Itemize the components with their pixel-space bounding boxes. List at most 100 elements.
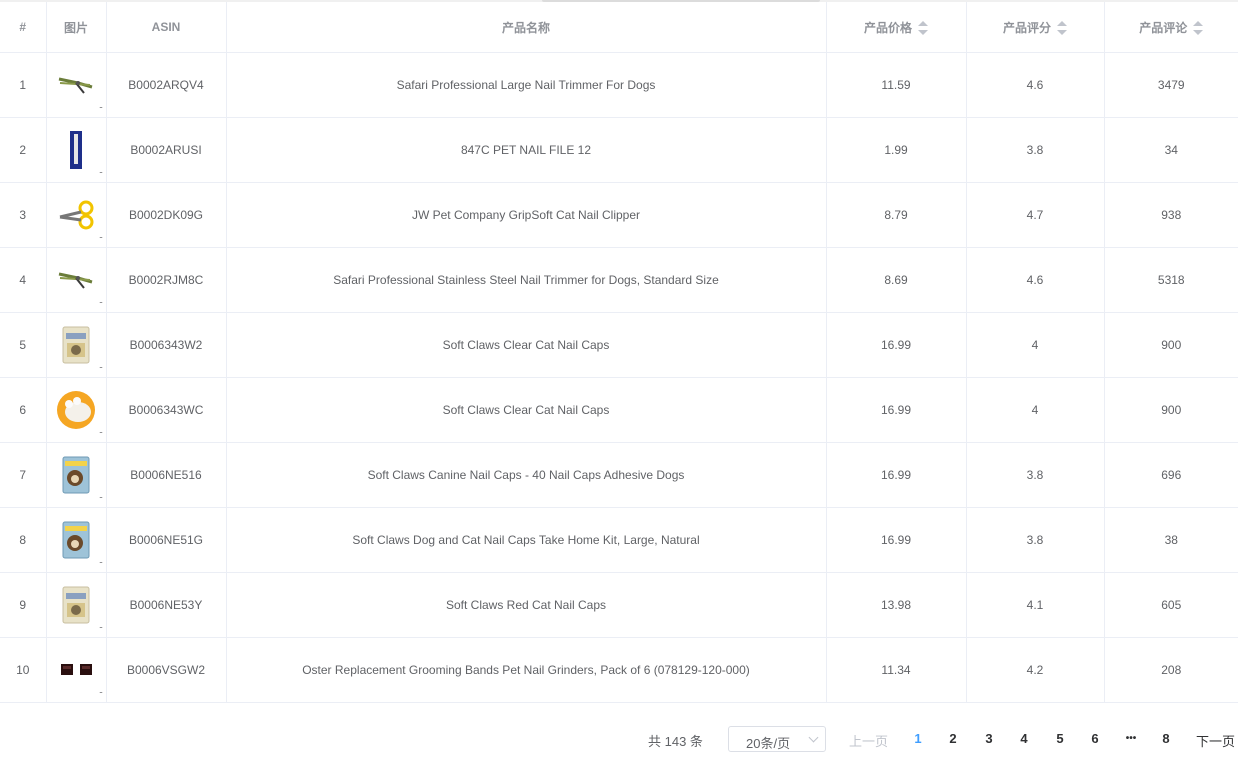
pagination: 共 143 条 20条/页 上一页 1 2 3 4 5 6 ••• 8 下一页 <box>0 724 1238 756</box>
column-header-image: 图片 <box>46 2 107 53</box>
asin-cell: B0002ARUSI <box>106 117 227 183</box>
asin-cell: B0002RJM8C <box>106 247 227 313</box>
row-index: 5 <box>0 312 47 378</box>
page-6-button[interactable]: 6 <box>1085 731 1105 746</box>
table-row[interactable]: 9.. B0006NE53Y Soft Claws Red Cat Nail Cap… <box>0 572 1238 638</box>
price-cell: 16.99 <box>826 377 967 443</box>
image-more-indicator: .. <box>98 685 103 695</box>
row-index: 10 <box>0 637 47 703</box>
row-index: 2 <box>0 117 47 183</box>
product-image-cell[interactable]: .. <box>46 117 107 183</box>
image-more-indicator: .. <box>98 620 103 630</box>
image-more-indicator: .. <box>98 490 103 500</box>
column-header-price[interactable]: 产品价格 <box>826 2 967 53</box>
page-1-button[interactable]: 1 <box>908 731 928 746</box>
image-more-indicator: .. <box>98 360 103 370</box>
next-page-button[interactable]: 下一页 <box>1196 731 1235 750</box>
product-image-cell[interactable]: .. <box>46 312 107 378</box>
rating-cell: 4.6 <box>966 247 1105 313</box>
grinding-bands-icon[interactable]: .. <box>56 650 103 695</box>
asin-cell: B0006NE51G <box>106 507 227 573</box>
table-row[interactable]: 2.. B0002ARUSI 847C PET NAIL FILE 12 1.99 3.… <box>0 117 1238 183</box>
reviews-cell: 208 <box>1104 637 1238 703</box>
price-cell: 16.99 <box>826 312 967 378</box>
table-row[interactable]: 8.. B0006NE51G Soft Claws Dog and Cat Nail… <box>0 507 1238 573</box>
page-4-button[interactable]: 4 <box>1014 731 1034 746</box>
prev-page-button[interactable]: 上一页 <box>849 731 888 750</box>
column-header-rating[interactable]: 产品评分 <box>966 2 1105 53</box>
product-image-cell[interactable]: .. <box>46 637 107 703</box>
price-cell: 8.79 <box>826 182 967 248</box>
total-count: 共 143 条 <box>648 734 703 749</box>
product-image-cell[interactable]: .. <box>46 52 107 118</box>
image-more-indicator: .. <box>98 425 103 435</box>
clipper-icon[interactable]: .. <box>56 260 103 305</box>
reviews-cell: 3479 <box>1104 52 1238 118</box>
sort-icon[interactable] <box>918 21 928 36</box>
asin-cell: B0002ARQV4 <box>106 52 227 118</box>
rating-cell: 4 <box>966 377 1105 443</box>
package-icon[interactable]: .. <box>56 585 103 630</box>
rating-cell: 4.6 <box>966 52 1105 118</box>
column-header-reviews[interactable]: 产品评论 <box>1104 2 1238 53</box>
column-header-name: 产品名称 <box>226 2 827 53</box>
row-index: 4 <box>0 247 47 313</box>
rating-cell: 3.8 <box>966 442 1105 508</box>
sort-icon[interactable] <box>1057 21 1067 36</box>
product-image-cell[interactable]: .. <box>46 182 107 248</box>
clipper-icon[interactable]: .. <box>56 65 103 110</box>
rating-cell: 4.1 <box>966 572 1105 638</box>
table-row[interactable]: 4.. B0002RJM8C Safari Professional Stainle… <box>0 247 1238 313</box>
product-name-cell: Soft Claws Dog and Cat Nail Caps Take Ho… <box>226 507 827 573</box>
nail-file-icon[interactable]: .. <box>56 130 103 175</box>
page-8-button[interactable]: 8 <box>1156 731 1176 746</box>
product-image-cell[interactable]: .. <box>46 572 107 638</box>
scissors-clipper-icon[interactable]: .. <box>56 195 103 240</box>
more-pages-ellipsis[interactable]: ••• <box>1121 733 1141 744</box>
asin-cell: B0006343WC <box>106 377 227 443</box>
product-image-cell[interactable]: .. <box>46 247 107 313</box>
package-icon[interactable]: .. <box>56 325 103 370</box>
page-5-button[interactable]: 5 <box>1050 731 1070 746</box>
table-row[interactable]: 5.. B0006343W2 Soft Claws Clear Cat Nail C… <box>0 312 1238 378</box>
column-header-index: # <box>0 2 47 53</box>
table-row[interactable]: 7.. B0006NE516 Soft Claws Canine Nail Caps… <box>0 442 1238 508</box>
dog-package-icon[interactable]: .. <box>56 455 103 500</box>
asin-cell: B0006NE516 <box>106 442 227 508</box>
dog-package-icon[interactable]: .. <box>56 520 103 565</box>
rating-cell: 3.8 <box>966 117 1105 183</box>
column-header-asin: ASIN <box>106 2 227 53</box>
price-cell: 16.99 <box>826 442 967 508</box>
table-row[interactable]: 1.. B0002ARQV4 Safari Professional Large N… <box>0 52 1238 118</box>
product-name-cell: Soft Claws Clear Cat Nail Caps <box>226 312 827 378</box>
reviews-cell: 38 <box>1104 507 1238 573</box>
reviews-cell: 5318 <box>1104 247 1238 313</box>
row-index: 8 <box>0 507 47 573</box>
reviews-cell: 900 <box>1104 377 1238 443</box>
table-row[interactable]: 10.. B0006VSGW2 Oster Replacement Grooming… <box>0 637 1238 703</box>
price-cell: 1.99 <box>826 117 967 183</box>
row-index: 6 <box>0 377 47 443</box>
table-row[interactable]: 6.. B0006343WC Soft Claws Clear Cat Nail C… <box>0 377 1238 443</box>
page-size-select[interactable]: 20条/页 <box>728 726 826 752</box>
price-cell: 16.99 <box>826 507 967 573</box>
product-image-cell[interactable]: .. <box>46 507 107 573</box>
page-2-button[interactable]: 2 <box>943 731 963 746</box>
rating-cell: 4.2 <box>966 637 1105 703</box>
rating-cell: 3.8 <box>966 507 1105 573</box>
table-row[interactable]: 3.. B0002DK09G JW Pet Company GripSoft Cat… <box>0 182 1238 248</box>
product-name-cell: Soft Claws Canine Nail Caps - 40 Nail Ca… <box>226 442 827 508</box>
product-name-cell: Soft Claws Red Cat Nail Caps <box>226 572 827 638</box>
reviews-cell: 696 <box>1104 442 1238 508</box>
image-more-indicator: .. <box>98 555 103 565</box>
table-header-row: # 图片 ASIN 产品名称 产品价格 产品评分 产品评论 <box>0 2 1238 53</box>
asin-cell: B0006VSGW2 <box>106 637 227 703</box>
sort-icon[interactable] <box>1193 21 1204 36</box>
product-image-cell[interactable]: .. <box>46 442 107 508</box>
product-image-cell[interactable]: .. <box>46 377 107 443</box>
page-3-button[interactable]: 3 <box>979 731 999 746</box>
cat-paw-icon[interactable]: .. <box>56 390 103 435</box>
asin-cell: B0006NE53Y <box>106 572 227 638</box>
row-index: 7 <box>0 442 47 508</box>
row-index: 1 <box>0 52 47 118</box>
